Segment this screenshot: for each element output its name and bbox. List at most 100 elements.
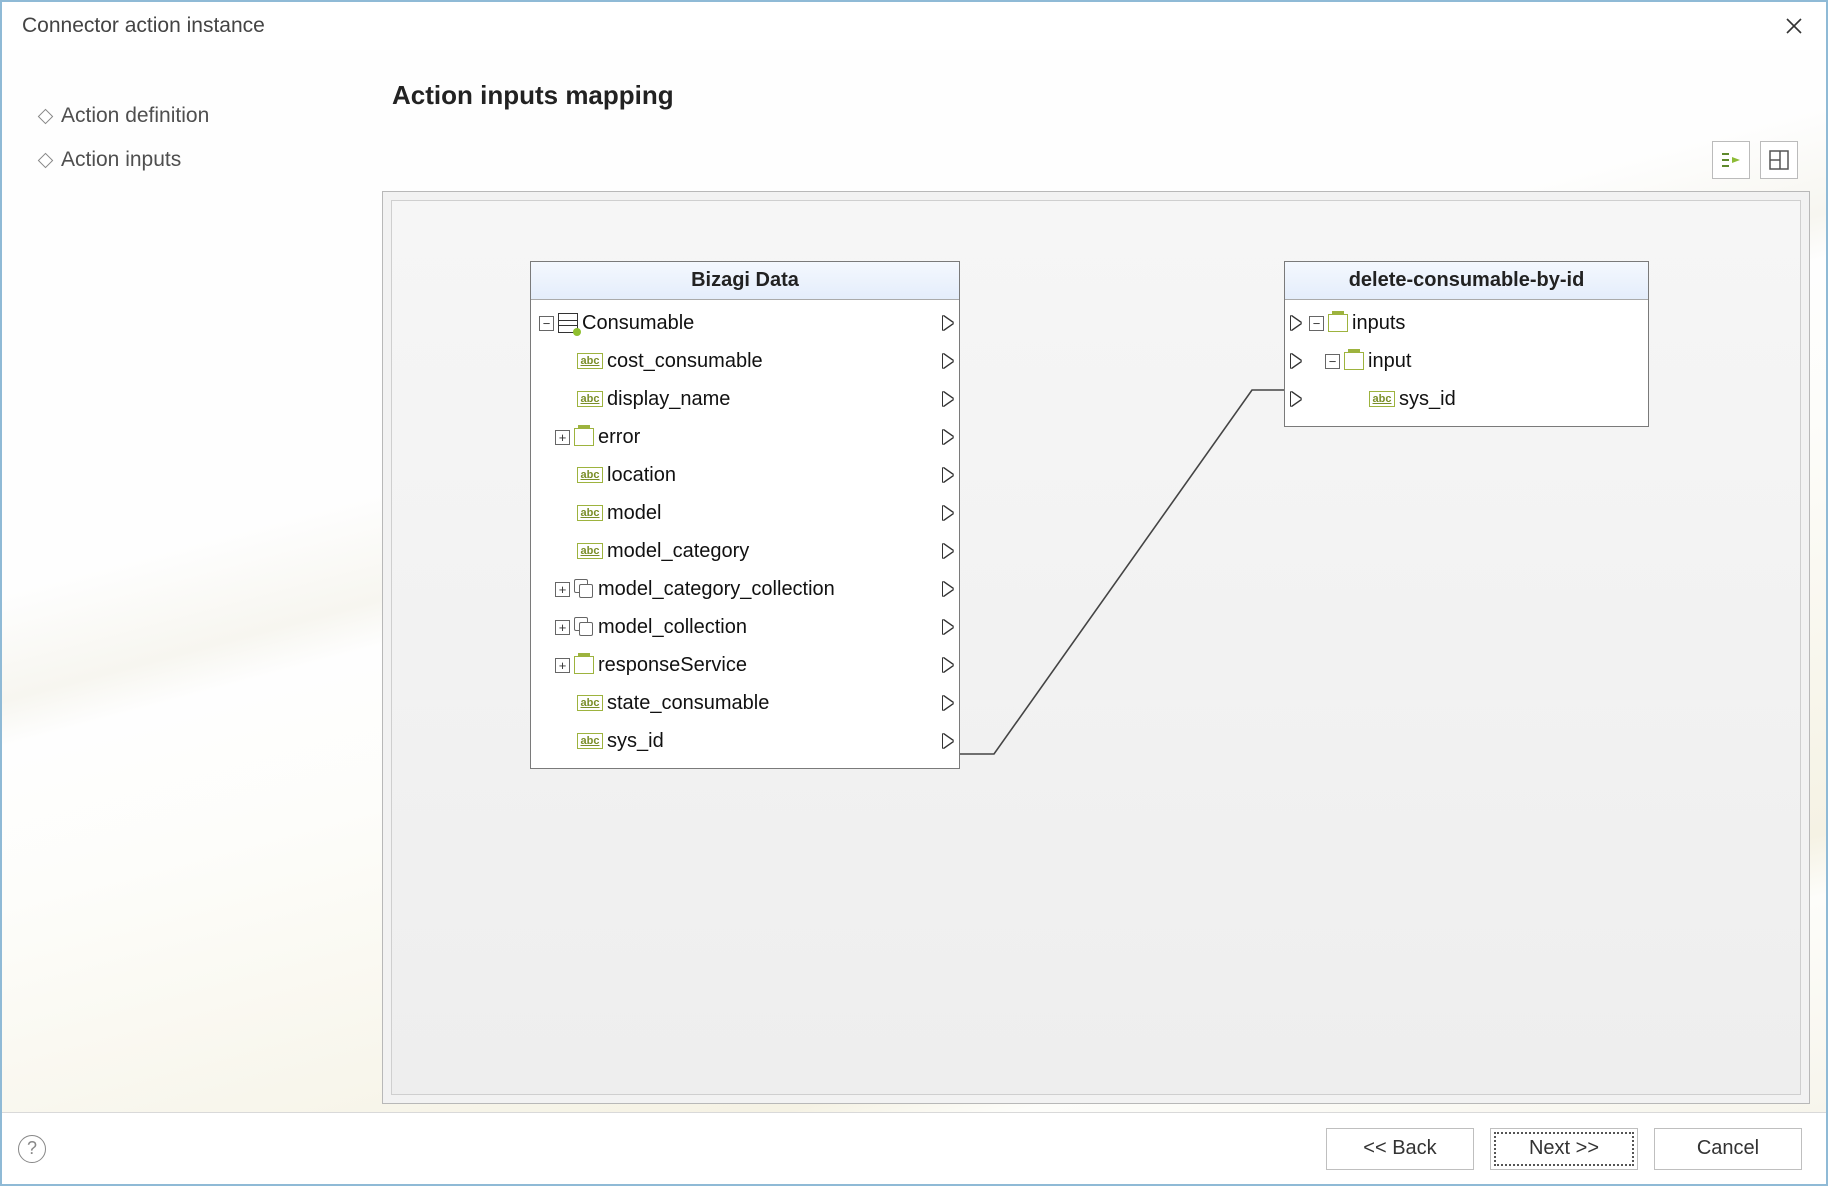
tree-node-label: model (607, 502, 661, 525)
string-type-icon: abc (577, 391, 603, 407)
tree-node-label: model_category_collection (598, 578, 835, 601)
tree-node-label: state_consumable (607, 692, 769, 715)
output-port-icon[interactable] (943, 468, 953, 482)
output-port-icon[interactable] (943, 506, 953, 520)
tree-node-sys-id-target[interactable]: abc sys_id (1293, 380, 1640, 418)
expand-icon[interactable]: + (555, 658, 570, 673)
sidebar-item-label: Action definition (61, 104, 209, 128)
tree-node-label: error (598, 426, 640, 449)
output-port-icon[interactable] (943, 392, 953, 406)
auto-map-icon (1719, 148, 1743, 172)
layout-button[interactable] (1760, 141, 1798, 179)
tree-node-cost-consumable[interactable]: abc cost_consumable (539, 342, 951, 380)
step-marker-icon (38, 108, 54, 124)
string-type-icon: abc (577, 695, 603, 711)
auto-map-button[interactable] (1712, 141, 1750, 179)
tree-node-model-category[interactable]: abc model_category (539, 532, 951, 570)
source-tree: − Consumable abc cost_consumable (531, 300, 959, 768)
string-type-icon: abc (577, 733, 603, 749)
entity-icon (558, 313, 578, 333)
mapping-canvas[interactable]: Bizagi Data − Consumable abc (391, 200, 1801, 1095)
tree-node-location[interactable]: abc location (539, 456, 951, 494)
tree-node-label: display_name (607, 388, 730, 411)
tree-node-display-name[interactable]: abc display_name (539, 380, 951, 418)
wizard-steps-sidebar: Action definition Action inputs (10, 50, 382, 1104)
collection-type-icon (574, 617, 594, 637)
output-port-icon[interactable] (943, 354, 953, 368)
tree-node-label: Consumable (582, 312, 694, 335)
tree-node-model[interactable]: abc model (539, 494, 951, 532)
close-icon (1785, 17, 1803, 35)
target-panel-title: delete-consumable-by-id (1285, 262, 1648, 300)
step-marker-icon (38, 152, 54, 168)
output-port-icon[interactable] (943, 316, 953, 330)
tree-node-state-consumable[interactable]: abc state_consumable (539, 684, 951, 722)
next-button[interactable]: Next >> (1490, 1128, 1638, 1170)
window-title: Connector action instance (22, 14, 1770, 38)
object-type-icon (574, 656, 594, 674)
output-port-icon[interactable] (943, 430, 953, 444)
object-type-icon (574, 428, 594, 446)
output-port-icon[interactable] (943, 620, 953, 634)
tree-node-label: sys_id (1399, 388, 1456, 411)
footer-bar: ? << Back Next >> Cancel (2, 1112, 1826, 1184)
tree-node-sys-id[interactable]: abc sys_id (539, 722, 951, 760)
output-port-icon[interactable] (943, 582, 953, 596)
expand-icon[interactable]: + (555, 430, 570, 445)
sidebar-item-action-definition[interactable]: Action definition (40, 94, 382, 138)
main-area: Action inputs mapping (382, 50, 1818, 1104)
object-type-icon (1344, 352, 1364, 370)
target-tree: − inputs − input (1285, 300, 1648, 426)
tree-node-label: input (1368, 350, 1411, 373)
layout-icon (1768, 149, 1790, 171)
dialog-window: Connector action instance Action definit… (0, 0, 1828, 1186)
input-port-icon[interactable] (1291, 392, 1301, 406)
string-type-icon: abc (577, 505, 603, 521)
tree-node-model-category-collection[interactable]: + model_category_collection (539, 570, 951, 608)
tree-node-response-service[interactable]: + responseService (539, 646, 951, 684)
tree-node-error[interactable]: + error (539, 418, 951, 456)
tree-node-consumable[interactable]: − Consumable (539, 304, 951, 342)
tree-node-label: model_collection (598, 616, 747, 639)
collapse-icon[interactable]: − (1325, 354, 1340, 369)
source-panel-title: Bizagi Data (531, 262, 959, 300)
source-panel[interactable]: Bizagi Data − Consumable abc (530, 261, 960, 769)
tree-node-inputs[interactable]: − inputs (1293, 304, 1640, 342)
input-port-icon[interactable] (1291, 354, 1301, 368)
collection-type-icon (574, 579, 594, 599)
tree-node-model-collection[interactable]: + model_collection (539, 608, 951, 646)
help-button[interactable]: ? (18, 1135, 46, 1163)
string-type-icon: abc (577, 467, 603, 483)
tree-node-label: inputs (1352, 312, 1405, 335)
string-type-icon: abc (577, 543, 603, 559)
tree-node-label: location (607, 464, 676, 487)
back-button[interactable]: << Back (1326, 1128, 1474, 1170)
help-icon: ? (27, 1138, 37, 1159)
tree-node-label: cost_consumable (607, 350, 763, 373)
close-button[interactable] (1770, 6, 1818, 46)
tree-node-input[interactable]: − input (1293, 342, 1640, 380)
collapse-icon[interactable]: − (539, 316, 554, 331)
titlebar: Connector action instance (2, 2, 1826, 50)
output-port-icon[interactable] (943, 696, 953, 710)
output-port-icon[interactable] (943, 734, 953, 748)
body-area: Action definition Action inputs Action i… (2, 50, 1826, 1112)
mapping-toolbar (382, 131, 1818, 191)
sidebar-item-label: Action inputs (61, 148, 181, 172)
target-panel[interactable]: delete-consumable-by-id − inputs (1284, 261, 1649, 427)
collapse-icon[interactable]: − (1309, 316, 1324, 331)
expand-icon[interactable]: + (555, 582, 570, 597)
mapping-canvas-frame: Bizagi Data − Consumable abc (382, 191, 1810, 1104)
object-type-icon (1328, 314, 1348, 332)
page-heading: Action inputs mapping (382, 50, 1818, 131)
cancel-button[interactable]: Cancel (1654, 1128, 1802, 1170)
input-port-icon[interactable] (1291, 316, 1301, 330)
output-port-icon[interactable] (943, 544, 953, 558)
string-type-icon: abc (1369, 391, 1395, 407)
output-port-icon[interactable] (943, 658, 953, 672)
string-type-icon: abc (577, 353, 603, 369)
tree-node-label: model_category (607, 540, 749, 563)
expand-icon[interactable]: + (555, 620, 570, 635)
sidebar-item-action-inputs[interactable]: Action inputs (40, 138, 382, 182)
tree-node-label: responseService (598, 654, 747, 677)
